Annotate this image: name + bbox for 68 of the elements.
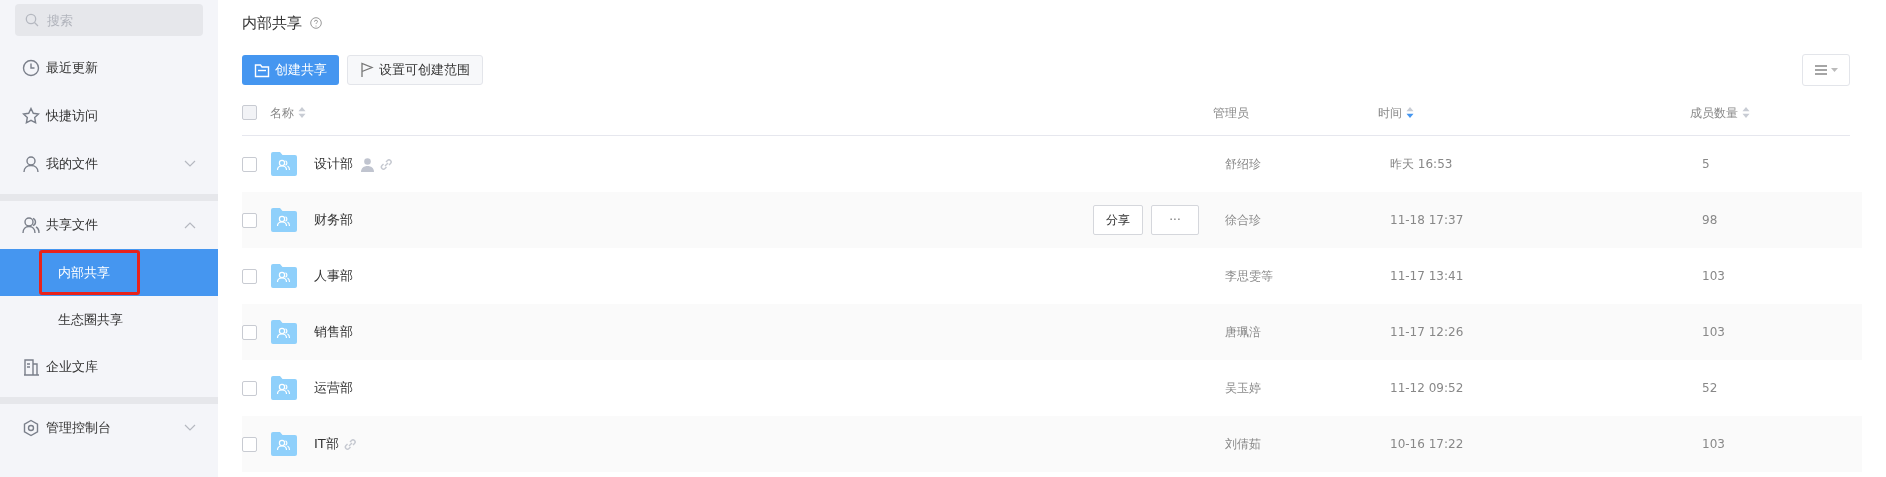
- column-header[interactable]: 成员数量: [1690, 103, 1738, 122]
- column-header[interactable]: 名称: [270, 103, 294, 122]
- more-button[interactable]: ···: [1151, 205, 1199, 235]
- sidebar-item[interactable]: 快捷访问: [0, 92, 218, 140]
- select-all-checkbox[interactable]: [242, 105, 257, 120]
- member-count-cell-text: 103: [1702, 436, 1726, 453]
- shared-folder-icon: [270, 151, 298, 177]
- time-cell-text: 11-17 12:26: [1390, 324, 1465, 341]
- admin-cell-text: 李思雯等: [1225, 268, 1274, 285]
- chevron-up-icon: [184, 221, 196, 229]
- sidebar-item[interactable]: 管理控制台: [0, 404, 218, 452]
- library-icon: [22, 358, 40, 376]
- row-checkbox[interactable]: [242, 380, 257, 396]
- share-button[interactable]: 分享: [1093, 205, 1143, 235]
- view-toggle-button[interactable]: [1802, 54, 1850, 86]
- users-icon: [22, 216, 40, 234]
- folder-name[interactable]: IT部: [314, 434, 339, 454]
- shared-folder-icon: [270, 207, 298, 233]
- folder-name[interactable]: 销售部: [314, 322, 353, 342]
- column-header[interactable]: 管理员: [1213, 103, 1249, 122]
- folder-name[interactable]: 设计部: [314, 154, 353, 174]
- user-icon: [22, 155, 40, 173]
- shared-folder-icon: [270, 431, 298, 457]
- star-icon: [22, 107, 40, 125]
- time-cell-text: 11-18 17:37: [1390, 212, 1465, 229]
- folder-name[interactable]: 财务部: [314, 210, 353, 230]
- folder-name[interactable]: 运营部: [314, 378, 353, 398]
- list-icon: [1814, 64, 1828, 76]
- shared-folder-icon: [270, 263, 298, 289]
- row-checkbox[interactable]: [242, 324, 257, 340]
- sidebar-item[interactable]: 共享文件: [0, 201, 218, 249]
- row-checkbox[interactable]: [242, 268, 257, 284]
- shared-folder-icon: [270, 319, 298, 345]
- admin-cell-text: 唐珮涪: [1225, 324, 1262, 341]
- page-title: 内部共享: [242, 12, 302, 34]
- help-icon: [310, 17, 322, 29]
- gear-icon: [22, 419, 40, 437]
- admin-cell-text: 舒绍珍: [1225, 156, 1262, 173]
- time-cell-text: 11-12 09:52: [1390, 380, 1465, 397]
- sidebar-item[interactable]: 企业文库: [0, 343, 218, 391]
- admin-cell-text: 刘倩茹: [1225, 436, 1262, 453]
- row-checkbox[interactable]: [242, 212, 257, 228]
- folder-icon: [254, 62, 270, 78]
- shared-folder-icon: [270, 375, 298, 401]
- member-count-cell-text: 98: [1702, 212, 1719, 229]
- chevron-down-icon: [184, 160, 196, 168]
- folder-name[interactable]: 人事部: [314, 266, 353, 286]
- admin-cell-text: 吴玉婷: [1225, 380, 1262, 397]
- time-cell-text: 10-16 17:22: [1390, 436, 1465, 453]
- search-icon: [25, 13, 39, 27]
- member-count-cell-text: 5: [1702, 156, 1711, 173]
- caret-icon: [1831, 68, 1838, 72]
- row-checkbox[interactable]: [242, 156, 257, 172]
- chevron-down-icon: [184, 424, 196, 432]
- member-count-cell-text: 103: [1702, 324, 1726, 341]
- admin-cell-text: 徐合珍: [1225, 212, 1262, 229]
- time-cell-text: 昨天 16:53: [1390, 156, 1454, 173]
- set-scope-button[interactable]: 设置可创建范围: [347, 55, 483, 85]
- clock-icon: [22, 59, 40, 77]
- row-checkbox[interactable]: [242, 436, 257, 452]
- member-count-cell-text: 52: [1702, 380, 1719, 397]
- sidebar-item[interactable]: 我的文件: [0, 140, 218, 188]
- flag-icon: [360, 62, 374, 78]
- sidebar-item[interactable]: 最近更新: [0, 44, 218, 92]
- column-header[interactable]: 时间: [1378, 103, 1402, 122]
- member-count-cell-text: 103: [1702, 268, 1726, 285]
- sidebar-subitem[interactable]: 生态圈共享: [0, 296, 218, 343]
- time-cell-text: 11-17 13:41: [1390, 268, 1465, 285]
